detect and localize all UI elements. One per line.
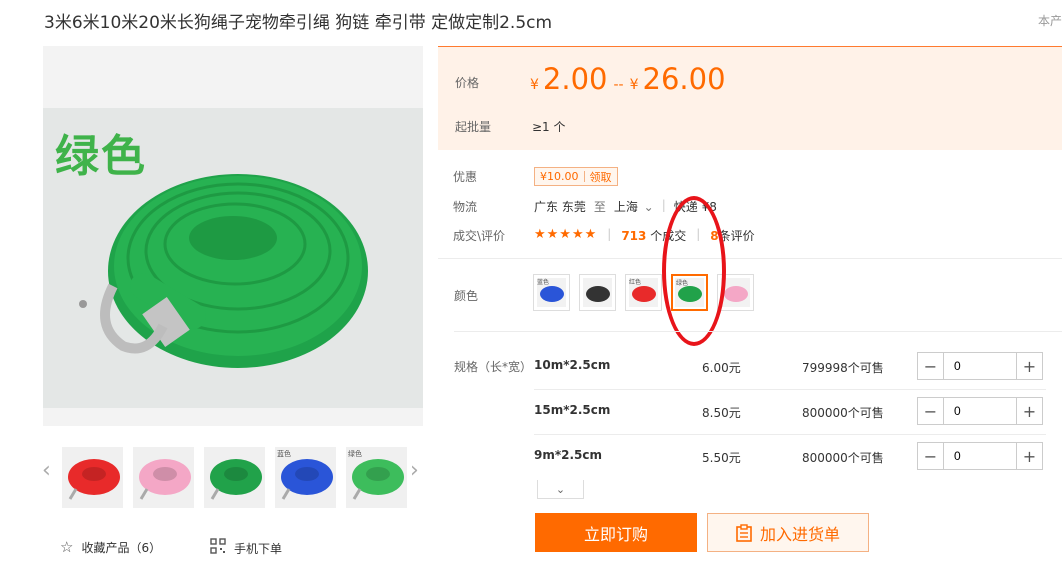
swatch-caption: 红色 [629, 279, 642, 286]
shipping-info: 广东 东莞 至 上海 ⌄ | 快递 ¥8 [534, 198, 717, 215]
shipping-label: 物流 [453, 200, 478, 214]
minus-icon[interactable]: − [918, 398, 944, 424]
thumbnail-caption: 绿色 [348, 450, 362, 458]
main-image-caption: 绿色 [55, 131, 147, 182]
clipboard-icon [736, 523, 752, 542]
currency-symbol: ¥ [530, 77, 539, 93]
plus-icon[interactable]: + [1016, 398, 1042, 424]
shipping-to-word: 至 [593, 200, 606, 214]
swatch-caption: 蓝色 [537, 279, 550, 286]
add-to-list-button[interactable]: 加入进货单 [707, 513, 869, 552]
color-swatch-2[interactable] [579, 274, 616, 311]
spec-row: 9m*2.5cm5.50元800000个可售−+ [534, 442, 1046, 486]
quantity-input[interactable] [944, 353, 1016, 379]
color-swatches: 蓝色 红色 绿色 [533, 274, 754, 311]
spec-name: 10m*2.5cm [534, 358, 611, 372]
spec-row: 10m*2.5cm6.00元799998个可售−+ [534, 352, 1046, 396]
moq-label: 起批量 [455, 120, 492, 134]
quantity-input[interactable] [944, 398, 1016, 424]
coupon-button[interactable]: ¥10.00 领取 [534, 167, 618, 186]
chevron-left-icon[interactable]: ‹ [42, 458, 51, 483]
coupon-value: ¥10.00 [540, 170, 579, 183]
moq-value: ≥1 个 [532, 120, 566, 134]
swatch-image [583, 278, 612, 307]
destination-select[interactable]: 上海 ⌄ [614, 198, 654, 215]
deal-count-link[interactable]: 713 个成交 [621, 227, 686, 244]
quantity-input[interactable] [944, 443, 1016, 469]
review-count-link[interactable]: 8条评价 [710, 227, 754, 244]
deals-label: 成交\评价 [453, 229, 506, 243]
favorite-label: 收藏产品（6） [81, 540, 162, 555]
price-label: 价格 [455, 76, 480, 90]
thumbnail-3[interactable] [204, 447, 265, 508]
spec-name: 15m*2.5cm [534, 403, 611, 417]
divider [438, 258, 1062, 259]
quantity-stepper: −+ [917, 442, 1043, 470]
chevron-down-icon[interactable]: ⌄ [537, 480, 584, 499]
price-range: ¥ 2.00 -- ¥ 26.00 [530, 62, 726, 96]
price-separator: -- [613, 77, 624, 93]
spec-price: 6.00元 [702, 361, 741, 375]
spec-row: 15m*2.5cm8.50元800000个可售−+ [534, 397, 1046, 441]
mobile-order-button[interactable]: 手机下单 [210, 538, 282, 558]
coupon-action: 领取 [589, 170, 612, 184]
thumbnail-image [139, 459, 191, 500]
annotation-circle [662, 196, 726, 346]
spec-price: 8.50元 [702, 406, 741, 420]
promo-label: 优惠 [453, 170, 478, 184]
swatch-caption: 绿色 [676, 280, 689, 287]
minus-icon[interactable]: − [918, 353, 944, 379]
quantity-stepper: −+ [917, 397, 1043, 425]
quantity-stepper: −+ [917, 352, 1043, 380]
thumbnail-5[interactable]: 绿色 [346, 447, 407, 508]
thumbnail-image [210, 459, 262, 500]
favorite-button[interactable]: ☆ 收藏产品（6） [60, 538, 161, 556]
spec-name: 9m*2.5cm [534, 448, 603, 462]
leash-illustration [79, 174, 368, 368]
shipping-from: 广东 东莞 [534, 200, 586, 214]
thumbnail-strip: 蓝色 绿色 [62, 447, 407, 508]
product-title: 3米6米10米20米长狗绳子宠物牵引绳 狗链 牵引带 定做定制2.5cm [44, 13, 553, 33]
qrcode-icon [210, 538, 226, 558]
thumbnail-image [68, 459, 120, 500]
add-to-list-label: 加入进货单 [759, 524, 840, 544]
spec-stock: 800000个可售 [802, 451, 884, 465]
plus-icon[interactable]: + [1016, 443, 1042, 469]
rating-stars-icon: ★★★★★ [534, 227, 598, 242]
chevron-right-icon[interactable]: › [410, 458, 419, 483]
divider [454, 331, 1062, 332]
spec-stock: 800000个可售 [802, 406, 884, 420]
thumbnail-1[interactable] [62, 447, 123, 508]
star-outline-icon: ☆ [60, 538, 74, 556]
deals-info: ★★★★★ | 713 个成交 | 8条评价 [534, 227, 755, 244]
chevron-down-icon: ⌄ [639, 200, 654, 214]
mobile-order-label: 手机下单 [234, 541, 283, 556]
currency-symbol: ¥ [629, 77, 639, 93]
top-right-text: 本产 [1038, 14, 1062, 28]
color-swatch-5[interactable] [717, 274, 754, 311]
thumbnail-caption: 蓝色 [277, 450, 291, 458]
spec-price: 5.50元 [702, 451, 741, 465]
spec-stock: 799998个可售 [802, 361, 884, 375]
plus-icon[interactable]: + [1016, 353, 1042, 379]
price-max: 26.00 [642, 62, 726, 96]
shipping-method: 快递 ¥8 [673, 200, 717, 214]
color-swatch-4[interactable]: 绿色 [671, 274, 708, 311]
spec-label: 规格（长*宽） [454, 360, 533, 374]
main-product-image: 绿色 [43, 46, 423, 426]
price-min: 2.00 [542, 62, 608, 96]
color-label: 颜色 [454, 289, 479, 303]
swatch-image [721, 278, 750, 307]
thumbnail-2[interactable] [133, 447, 194, 508]
minus-icon[interactable]: − [918, 443, 944, 469]
buy-now-button[interactable]: 立即订购 [535, 513, 697, 552]
color-swatch-3[interactable]: 红色 [625, 274, 662, 311]
color-swatch-1[interactable]: 蓝色 [533, 274, 570, 311]
thumbnail-4[interactable]: 蓝色 [275, 447, 336, 508]
